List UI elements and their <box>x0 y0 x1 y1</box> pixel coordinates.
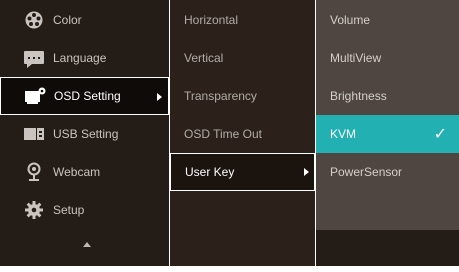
osd-menu: Color Language OSD Setting USB Setting W… <box>0 0 459 272</box>
submenu-label: Transparency <box>184 89 257 103</box>
main-menu-panel: Color Language OSD Setting USB Setting W… <box>0 0 169 266</box>
option-label: PowerSensor <box>330 165 403 179</box>
option-kvm[interactable]: KVM ✓ <box>316 115 459 153</box>
options-panel: Volume MultiView Brightness KVM ✓ PowerS… <box>316 0 459 230</box>
checkmark-icon: ✓ <box>433 126 447 143</box>
submenu-item-vertical[interactable]: Vertical <box>170 39 315 77</box>
submenu-panel: Horizontal Vertical Transparency OSD Tim… <box>170 0 315 266</box>
main-menu-item-osd-setting[interactable]: OSD Setting <box>0 77 169 115</box>
submenu-item-osd-time-out[interactable]: OSD Time Out <box>170 115 315 153</box>
setup-gear-icon <box>24 200 44 220</box>
submenu-item-user-key[interactable]: User Key <box>170 153 315 191</box>
main-menu-item-setup[interactable]: Setup <box>0 191 169 229</box>
main-menu-label: OSD Setting <box>54 89 121 103</box>
main-menu-label: Language <box>53 51 107 65</box>
main-menu-item-webcam[interactable]: Webcam <box>0 153 169 191</box>
main-menu-label: USB Setting <box>53 127 119 141</box>
option-label: KVM <box>330 127 357 141</box>
option-volume[interactable]: Volume <box>316 1 459 39</box>
option-label: Brightness <box>330 89 387 103</box>
language-keyboard-icon <box>24 48 44 68</box>
main-menu-label: Setup <box>53 203 85 217</box>
submenu-label: OSD Time Out <box>184 127 263 141</box>
osd-setting-icon <box>25 86 46 106</box>
chevron-right-icon <box>157 93 162 101</box>
option-brightness[interactable]: Brightness <box>316 77 459 115</box>
option-label: MultiView <box>330 51 382 65</box>
option-multiview[interactable]: MultiView <box>316 39 459 77</box>
color-palette-icon <box>24 10 44 30</box>
main-menu-item-color[interactable]: Color <box>0 1 169 39</box>
usb-setting-icon <box>24 124 44 144</box>
submenu-label: User Key <box>185 165 235 179</box>
options-panel-footer <box>316 230 459 266</box>
submenu-item-horizontal[interactable]: Horizontal <box>170 1 315 39</box>
scroll-up-arrow-icon[interactable] <box>83 242 91 247</box>
option-label: Volume <box>330 13 371 27</box>
submenu-item-transparency[interactable]: Transparency <box>170 77 315 115</box>
main-menu-label: Webcam <box>53 165 101 179</box>
main-menu-item-language[interactable]: Language <box>0 39 169 77</box>
main-menu-item-usb-setting[interactable]: USB Setting <box>0 115 169 153</box>
option-powersensor[interactable]: PowerSensor <box>316 153 459 191</box>
submenu-label: Vertical <box>184 51 224 65</box>
chevron-right-icon <box>304 168 309 176</box>
main-menu-label: Color <box>53 13 82 27</box>
submenu-label: Horizontal <box>184 13 239 27</box>
webcam-icon <box>24 162 44 182</box>
